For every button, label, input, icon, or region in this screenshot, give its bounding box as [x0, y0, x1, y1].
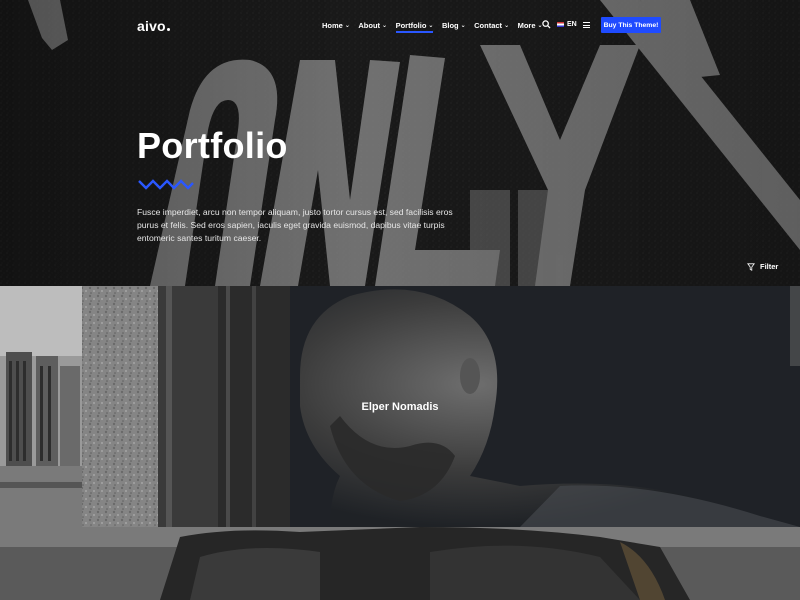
site-logo[interactable]: aivo	[137, 18, 170, 34]
menu-item-label: Blog	[441, 21, 459, 30]
portfolio-item-title[interactable]: Elper Nomadis	[0, 401, 800, 413]
filter-button[interactable]: Filter	[747, 262, 778, 271]
menu-item-label: Portfolio	[395, 21, 427, 30]
menu-item-blog[interactable]: Blog ⌄	[442, 21, 466, 30]
zigzag-divider	[138, 179, 194, 190]
menu-item-label: Contact	[474, 21, 503, 30]
menu-item-label: About	[358, 21, 381, 30]
portfolio-item-image	[0, 527, 800, 600]
portfolio-item[interactable]	[0, 527, 800, 600]
menu-item-label: More	[517, 21, 536, 30]
filter-icon	[747, 262, 755, 271]
menu-item-more[interactable]: More ⌄	[518, 21, 543, 30]
filter-label: Filter	[760, 262, 779, 271]
chevron-down-icon: ⌄	[504, 23, 510, 29]
menu-item-home[interactable]: Home ⌄	[322, 21, 350, 30]
portfolio-item[interactable]: Elper Nomadis	[0, 286, 800, 527]
hamburger-icon[interactable]	[583, 22, 590, 28]
menu-item-about[interactable]: About ⌄	[358, 21, 387, 30]
hero-intro-text: Fusce imperdiet, arcu non tempor aliquam…	[137, 207, 453, 243]
hero-section: aivo Home ⌄ About ⌄ Portfolio ⌄ Blog ⌄ Conta…	[0, 0, 800, 286]
menu-item-contact[interactable]: Contact ⌄	[474, 21, 509, 30]
chevron-down-icon: ⌄	[344, 23, 350, 29]
search-icon[interactable]	[542, 20, 551, 29]
main-menu: Home ⌄ About ⌄ Portfolio ⌄ Blog ⌄ Contact ⌄ M…	[322, 21, 551, 33]
chevron-down-icon: ⌄	[428, 23, 434, 29]
menu-item-portfolio[interactable]: Portfolio ⌄	[395, 21, 434, 33]
page-title: Portfolio	[137, 125, 288, 166]
menu-item-label: Home	[322, 21, 343, 30]
buy-theme-button[interactable]: Buy This Theme!	[601, 17, 661, 33]
top-navigation: aivo Home ⌄ About ⌄ Portfolio ⌄ Blog ⌄ Conta…	[0, 17, 800, 37]
chevron-down-icon: ⌄	[382, 23, 388, 29]
logo-dot	[166, 28, 170, 31]
chevron-down-icon: ⌄	[460, 23, 466, 29]
language-switcher[interactable]: EN	[557, 21, 577, 28]
logo-text: aivo	[137, 18, 166, 34]
flag-icon	[557, 22, 564, 27]
language-label: EN	[567, 21, 577, 28]
